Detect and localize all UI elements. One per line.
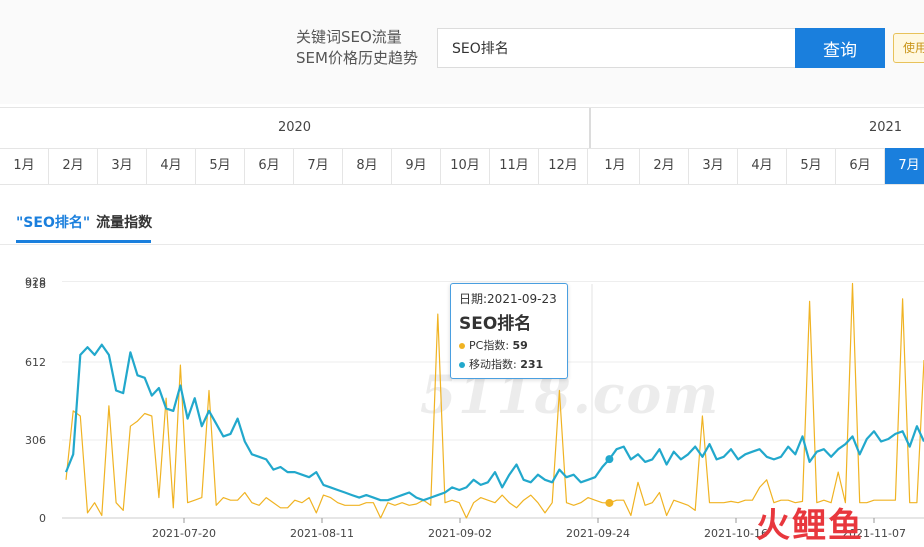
month-2021-3[interactable]: 3月 <box>689 148 738 184</box>
month-2021-7[interactable]: 7月 <box>885 148 924 184</box>
x-tick-label: 2021-08-11 <box>290 527 354 540</box>
tooltip-pc-row: PC指数: 59 <box>459 337 559 353</box>
mobile-hover-point <box>605 455 614 464</box>
month-2020-8[interactable]: 8月 <box>343 148 392 184</box>
tooltip-pc-label: PC指数: <box>469 339 510 352</box>
page-subtitle-line1: 关键词SEO流量 <box>296 28 402 46</box>
tooltip-title: SEO排名 <box>459 314 532 334</box>
brand-logo: 火鲤鱼 <box>756 506 864 546</box>
month-selector: 1月 2月 3月 4月 5月 6月 7月 8月 9月 10月 11月 12月 1月 2月 3月 4月 5月 6月 7… <box>0 148 924 185</box>
help-button[interactable]: 使用 <box>893 33 924 63</box>
tooltip-mobile-value: 231 <box>520 358 544 371</box>
tab-keyword: "SEO排名" <box>16 215 91 231</box>
y-tick-label: 0 <box>39 512 46 525</box>
keyword-search-input[interactable] <box>437 28 795 68</box>
month-2020-9[interactable]: 9月 <box>392 148 441 184</box>
year-2021[interactable]: 2021 <box>591 108 924 148</box>
year-selector: 2020 2021 <box>0 107 924 149</box>
tooltip-mobile-label: 移动指数: <box>469 358 517 371</box>
month-2020-6[interactable]: 6月 <box>245 148 294 184</box>
y-tick-label: 612 <box>25 356 46 369</box>
chart-tab-bar: "SEO排名" 流量指数 <box>0 204 924 245</box>
pc-legend-dot <box>459 343 465 349</box>
x-tick-label: 2021-09-24 <box>566 527 630 540</box>
top-search-bar: 关键词SEO流量 SEM价格历史趋势 查询 使用 <box>0 0 924 104</box>
tooltip-mobile-row: 移动指数: 231 <box>459 356 559 372</box>
mobile-legend-dot <box>459 362 465 368</box>
month-2020-4[interactable]: 4月 <box>147 148 196 184</box>
x-tick-label: 2021-09-02 <box>428 527 492 540</box>
month-2021-5[interactable]: 5月 <box>787 148 836 184</box>
tab-traffic-index[interactable]: "SEO排名" 流量指数 <box>16 212 152 232</box>
month-2021-4[interactable]: 4月 <box>738 148 787 184</box>
month-2020-2[interactable]: 2月 <box>49 148 98 184</box>
tab-label-text: 流量指数 <box>96 215 153 231</box>
pc-hover-point <box>605 498 614 507</box>
tab-active-underline <box>16 240 151 243</box>
month-2021-1[interactable]: 1月 <box>591 148 640 184</box>
y-tick-label: 918 <box>25 278 46 291</box>
month-2020-12[interactable]: 12月 <box>539 148 588 184</box>
month-2020-5[interactable]: 5月 <box>196 148 245 184</box>
year-2020[interactable]: 2020 <box>0 108 589 148</box>
month-2021-6[interactable]: 6月 <box>836 148 885 184</box>
tooltip-date: 日期:2021-09-23 <box>459 292 557 306</box>
search-button[interactable]: 查询 <box>795 28 885 68</box>
page-subtitle-line2: SEM价格历史趋势 <box>296 49 418 67</box>
month-2021-2[interactable]: 2月 <box>640 148 689 184</box>
x-tick-label: 2021-07-20 <box>152 527 216 540</box>
month-2020-11[interactable]: 11月 <box>490 148 539 184</box>
month-2020-3[interactable]: 3月 <box>98 148 147 184</box>
chart-tooltip: 日期:2021-09-23 SEO排名 PC指数: 59 移动指数: 231 <box>450 283 568 379</box>
month-2020-1[interactable]: 1月 <box>0 148 49 184</box>
month-2020-7[interactable]: 7月 <box>294 148 343 184</box>
month-2020-10[interactable]: 10月 <box>441 148 490 184</box>
y-tick-label: 306 <box>25 434 46 447</box>
tooltip-pc-value: 59 <box>512 339 528 352</box>
